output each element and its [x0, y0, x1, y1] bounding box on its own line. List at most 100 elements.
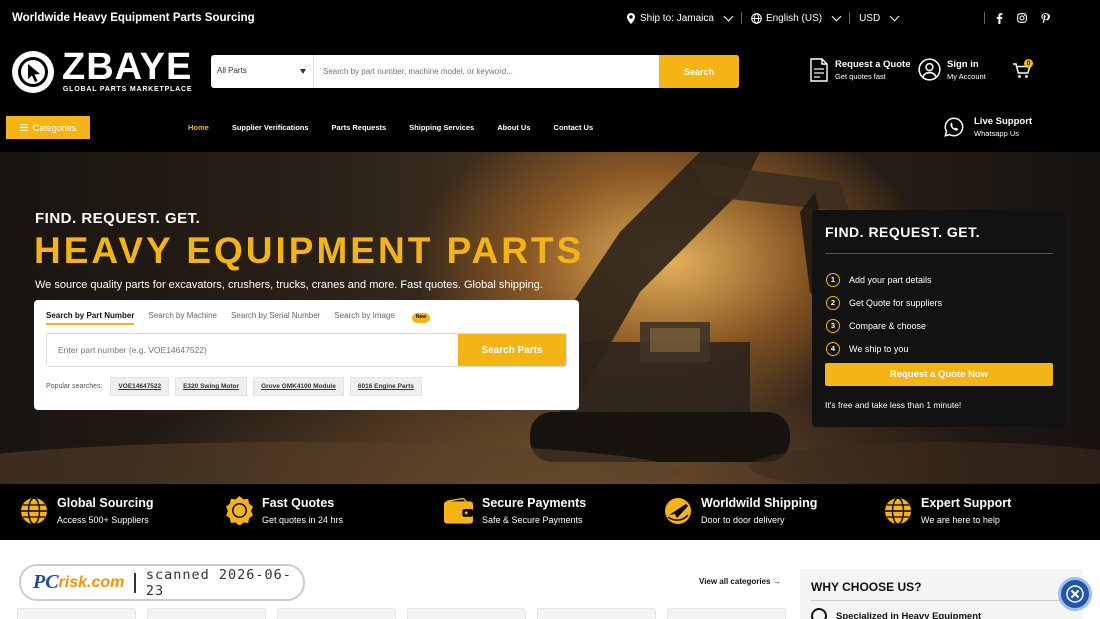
language-label: English (US): [765, 12, 823, 24]
divider: [740, 12, 742, 24]
watermark-brand-risk: risk.com: [58, 573, 125, 591]
sign-in-link[interactable]: Sign in My Account: [918, 58, 986, 81]
categories-section: PC risk.com scanned 2026-06-23 View all c…: [0, 540, 1100, 619]
hero-title: HEAVY EQUIPMENT PARTS: [34, 230, 585, 271]
quote-step: 2 Get Quote for suppliers: [826, 291, 942, 314]
category-tile[interactable]: [277, 608, 396, 619]
site-logo[interactable]: ZBAYE GLOBAL PARTS MARKETPLACE: [12, 48, 193, 93]
category-tile[interactable]: [17, 608, 136, 619]
live-support-subtitle: Whatsapp Us: [974, 129, 1020, 138]
social-links: [996, 12, 1051, 24]
feature-subtitle: Door to door delivery: [701, 515, 785, 525]
popular-chip[interactable]: 6016 Engine Parts: [349, 377, 422, 396]
site-header: Worldwide Heavy Equipment Parts Sourcing…: [0, 0, 1100, 152]
step-number: 1: [826, 272, 840, 287]
why-point-label: Specialized in Heavy Equipment: [836, 610, 982, 619]
part-number-input[interactable]: [47, 334, 458, 366]
hero-banner: FIND. REQUEST. GET. HEAVY EQUIPMENT PART…: [0, 152, 1100, 484]
pcrisk-watermark: PC risk.com scanned 2026-06-23: [19, 564, 305, 601]
features-strip: Global Sourcing Access 500+ Suppliers Fas…: [0, 484, 1100, 540]
step-label: We ship to you: [849, 343, 909, 354]
menu-icon: [19, 124, 28, 131]
quote-steps-panel: FIND. REQUEST. GET. 1 Add your part detai…: [812, 210, 1066, 427]
instagram-icon[interactable]: [1017, 13, 1028, 23]
live-support-title: Live Support: [974, 116, 1033, 127]
step-number: 3: [826, 318, 840, 333]
nav-item-shipping-services[interactable]: Shipping Services: [409, 123, 474, 132]
new-badge: New: [411, 313, 431, 323]
cart-button[interactable]: 0: [1013, 59, 1033, 84]
why-title: WHY CHOOSE US?: [811, 580, 922, 594]
divider: [811, 600, 1073, 601]
category-tile[interactable]: [407, 608, 526, 619]
close-floating-button[interactable]: [1058, 577, 1092, 611]
close-icon: [1066, 585, 1084, 603]
category-tile[interactable]: [537, 608, 656, 619]
nav-item-supplier-verifications[interactable]: Supplier Verifications: [232, 123, 309, 132]
topbar-title: Worldwide Heavy Equipment Parts Sourcing: [12, 12, 255, 24]
nav-item-home[interactable]: Home: [188, 123, 209, 132]
popular-chip[interactable]: VOE14647522: [110, 377, 170, 396]
view-all-categories-link[interactable]: View all categories →: [699, 577, 781, 586]
feature-subtitle: Access 500+ Suppliers: [57, 515, 149, 525]
quote-step: 1 Add your part details: [826, 268, 942, 291]
ship-to-selector[interactable]: Ship to: Jamaica: [626, 11, 734, 24]
feature-secure-payments: Secure Payments Safe & Secure Payments: [444, 496, 586, 525]
search-button[interactable]: Search: [659, 55, 739, 88]
pinterest-icon[interactable]: [1041, 12, 1051, 24]
request-quote-now-button[interactable]: Request a Quote Now: [825, 363, 1053, 386]
feature-global-sourcing: Global Sourcing Access 500+ Suppliers: [20, 496, 154, 525]
tab-image[interactable]: Search by Image New: [334, 311, 444, 325]
request-quote-link[interactable]: Request a Quote Get quotes fast: [809, 58, 911, 82]
why-choose-us-panel: WHY CHOOSE US? Specialized in Heavy Equi…: [800, 569, 1083, 619]
categories-label: Categories: [32, 122, 77, 133]
live-support-link[interactable]: Live Support Whatsapp Us: [944, 116, 1032, 138]
topbar-controls: Ship to: Jamaica English (US) USD: [626, 11, 1051, 24]
logo-cursor-icon: [12, 50, 54, 93]
feature-subtitle: We are here to help: [921, 515, 1000, 525]
feature-worldwild-shipping: Worldwild Shipping Door to door delivery: [664, 496, 817, 525]
request-quote-subtitle: Get quotes fast: [835, 72, 886, 81]
divider: [134, 572, 136, 593]
categories-button[interactable]: Categories: [6, 116, 90, 139]
watermark-brand-pc: PC: [33, 571, 59, 593]
nav-item-contact-us[interactable]: Contact Us: [554, 123, 594, 132]
divider: [849, 12, 851, 24]
language-selector[interactable]: English (US): [751, 11, 842, 24]
globe-icon: [21, 496, 47, 525]
search-parts-button[interactable]: Search Parts: [458, 334, 566, 366]
nav-item-parts-requests[interactable]: Parts Requests: [332, 123, 387, 132]
category-select[interactable]: All Parts: [211, 55, 314, 88]
part-search-field: Search Parts: [46, 333, 567, 367]
popular-searches: Popular searches: VOE14647522 E320 Swing…: [46, 377, 422, 396]
feature-subtitle: Safe & Secure Payments: [482, 515, 583, 525]
document-icon: [810, 58, 828, 82]
hero-kicker: FIND. REQUEST. GET.: [35, 210, 201, 227]
feature-fast-quotes: Fast Quotes Get quotes in 24 hrs: [226, 496, 343, 525]
tab-part-number[interactable]: Search by Part Number: [46, 311, 135, 325]
tab-serial-number[interactable]: Search by Serial Number: [231, 311, 320, 325]
nav-item-about-us[interactable]: About Us: [497, 123, 530, 132]
popular-chip[interactable]: Grove GMK4100 Module: [253, 377, 344, 396]
tab-image-label: Search by Image: [334, 311, 395, 320]
chevron-down-icon: [723, 11, 734, 21]
sign-in-title: Sign in: [947, 58, 979, 70]
currency-selector[interactable]: USD: [859, 11, 900, 24]
popular-chip[interactable]: E320 Swing Motor: [175, 377, 248, 396]
search-input[interactable]: [314, 55, 659, 88]
support-globe-icon: [885, 496, 911, 525]
logo-tagline: GLOBAL PARTS MARKETPLACE: [62, 86, 193, 93]
quote-step: 3 Compare & choose: [826, 314, 942, 337]
facebook-icon[interactable]: [996, 12, 1003, 24]
tab-machine[interactable]: Search by Machine: [148, 311, 216, 325]
location-pin-icon: [626, 12, 636, 24]
feature-title: Worldwild Shipping: [701, 496, 818, 510]
category-tile[interactable]: [667, 608, 786, 619]
part-search-panel: Search by Part Number Search by Machine …: [34, 300, 579, 410]
category-tile[interactable]: [147, 608, 266, 619]
step-number: 4: [826, 341, 840, 356]
feature-subtitle: Get quotes in 24 hrs: [262, 515, 344, 525]
quote-steps-list: 1 Add your part details 2 Get Quote for su…: [826, 268, 942, 360]
feature-title: Fast Quotes: [262, 496, 335, 510]
chevron-down-icon: [889, 11, 900, 21]
